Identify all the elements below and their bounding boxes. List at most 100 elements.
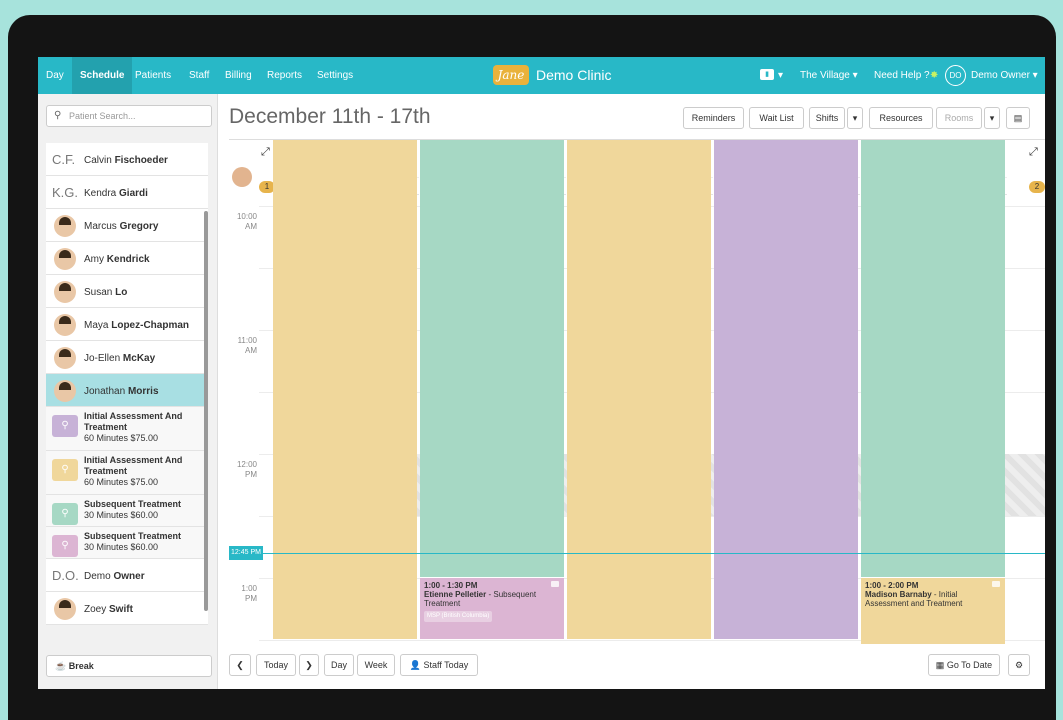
- appointment-details: Madison Barnaby - Initial Assessment and…: [865, 590, 963, 608]
- patient-item[interactable]: Zoey Swift: [46, 592, 208, 625]
- patient-first-name: Susan: [84, 287, 113, 298]
- user-menu[interactable]: Demo Owner ▾: [971, 70, 1038, 81]
- staff-today-label: Staff Today: [423, 660, 469, 670]
- practitioner-avatar: [232, 167, 252, 187]
- app-window: Day Schedule Patients Staff Billing Repo…: [38, 57, 1045, 689]
- user-avatar[interactable]: DO: [945, 65, 966, 86]
- settings-gear-icon[interactable]: ⚙: [1008, 654, 1030, 676]
- expand-icon[interactable]: ⤢: [261, 146, 270, 159]
- search-icon[interactable]: ⚲: [52, 415, 78, 437]
- next-week-button[interactable]: ❯: [299, 654, 319, 676]
- patient-search-input[interactable]: ⚲ Patient Search...: [46, 105, 212, 127]
- nav-patients[interactable]: Patients: [135, 70, 171, 81]
- spark-icon: ✸: [930, 70, 939, 81]
- appointment-card[interactable]: 12:30 - 1:30 PMFrank Warren - Initial As…: [567, 140, 711, 640]
- treatment-item[interactable]: ⚲ Subsequent Treatment 30 Minutes $60.00: [46, 527, 208, 559]
- patient-avatar: [54, 215, 76, 237]
- appointment-card[interactable]: 12:30 - 1:30 PMAvery Chan - Initial Asse…: [273, 140, 417, 640]
- reminders-button[interactable]: Reminders: [683, 107, 744, 129]
- patient-avatar: [54, 598, 76, 620]
- patient-last-name: Owner: [113, 571, 145, 582]
- patient-item[interactable]: K.G. Kendra Giardi: [46, 176, 208, 209]
- go-to-date-button[interactable]: ▦ Go To Date: [928, 654, 1000, 676]
- patient-first-name: Demo: [84, 571, 111, 582]
- appointment-time: 1:00 - 1:30 PM: [424, 581, 478, 590]
- staff-today-button[interactable]: 👤 Staff Today: [400, 654, 478, 676]
- patient-avatar: [54, 314, 76, 336]
- appointment-time: 1:00 - 2:00 PM: [865, 581, 919, 590]
- expand-right-icon[interactable]: ⤢: [1029, 146, 1038, 159]
- coffee-icon: ☕: [55, 661, 69, 671]
- patient-first-name: Amy: [84, 254, 104, 265]
- nav-settings[interactable]: Settings: [317, 70, 353, 81]
- patient-item[interactable]: Jo-Ellen McKay: [46, 341, 208, 374]
- calendar-icon: ▦: [935, 660, 947, 670]
- treatment-title: Initial Assessment And Treatment: [84, 455, 183, 476]
- patient-item[interactable]: D.O. Demo Owner: [46, 559, 208, 592]
- break-button[interactable]: ☕ Break: [46, 655, 212, 677]
- clinic-name: Demo Clinic: [536, 67, 612, 83]
- treatment-duration-price: 30 Minutes $60.00: [84, 542, 159, 552]
- sidebar-scrollbar[interactable]: [204, 211, 208, 611]
- patient-name: Zoey Swift: [84, 604, 133, 615]
- day-view-button[interactable]: Day: [324, 654, 354, 676]
- search-icon[interactable]: ⚲: [52, 459, 78, 481]
- current-time-line: [259, 553, 1045, 554]
- nav-day[interactable]: Day: [46, 70, 64, 81]
- treatment-item[interactable]: ⚲ Initial Assessment And Treatment 60 Minu…: [46, 451, 208, 495]
- patient-item[interactable]: Jonathan Morris: [46, 374, 208, 407]
- time-label: 11:00 AM: [237, 336, 257, 355]
- week-view-button[interactable]: Week: [357, 654, 395, 676]
- appointment-card[interactable]: 12:30 - 1:30 PMMaxime Ambrose - Initial …: [714, 140, 858, 640]
- nav-schedule[interactable]: Schedule: [72, 57, 133, 94]
- appointment-details: Etienne Pelletier - Subsequent Treatment: [424, 590, 537, 608]
- help-link[interactable]: Need Help ?: [874, 70, 930, 81]
- nav-reports[interactable]: Reports: [267, 70, 302, 81]
- patient-item[interactable]: Marcus Gregory: [46, 209, 208, 242]
- shifts-button[interactable]: Shifts: [809, 107, 845, 129]
- patient-name: Jo-Ellen McKay: [84, 353, 155, 364]
- patient-item[interactable]: C.F. Calvin Fischoeder: [46, 143, 208, 176]
- search-icon[interactable]: ⚲: [52, 535, 78, 557]
- resources-button[interactable]: Resources: [869, 107, 933, 129]
- week-calendar: ⤢ MondayDec 12Jonathan Morris1TuesdayDec…: [229, 139, 1045, 644]
- location-menu[interactable]: The Village ▾: [800, 70, 858, 81]
- rooms-button[interactable]: Rooms: [936, 107, 982, 129]
- appointment-card[interactable]: 1:00 - 1:30 PM Etienne Pelletier - Subseq…: [420, 578, 564, 640]
- patient-last-name: Giardi: [119, 188, 148, 199]
- patient-item[interactable]: Amy Kendrick: [46, 242, 208, 275]
- stats-icon[interactable]: ▮: [760, 69, 774, 80]
- wait-list-button[interactable]: Wait List: [749, 107, 804, 129]
- patient-first-name: Maya: [84, 320, 109, 331]
- patient-name: Jonathan Morris: [84, 386, 159, 397]
- treatment-item[interactable]: ⚲ Initial Assessment And Treatment 60 Minu…: [46, 407, 208, 451]
- billing-tag: MSP (British Columbia): [424, 611, 493, 622]
- nav-billing[interactable]: Billing: [225, 70, 252, 81]
- chevron-down-icon[interactable]: ▾: [778, 70, 783, 81]
- patient-avatar: [54, 380, 76, 402]
- patient-item[interactable]: Maya Lopez-Chapman: [46, 308, 208, 341]
- patient-item[interactable]: Susan Lo: [46, 275, 208, 308]
- appointment-card[interactable]: 12:30 - 1:00 PMArnaud Brown - Subsequent…: [861, 140, 1005, 578]
- briefcase-icon: [992, 581, 1000, 587]
- nav-staff[interactable]: Staff: [189, 70, 209, 81]
- patient-name: Kendra Giardi: [84, 188, 148, 199]
- jane-logo[interactable]: Jane: [493, 65, 529, 85]
- time-label: 10:00 AM: [236, 212, 257, 231]
- today-button[interactable]: Today: [256, 654, 296, 676]
- treatment-duration-price: 30 Minutes $60.00: [84, 510, 159, 520]
- treatment-item[interactable]: ⚲ Subsequent Treatment 30 Minutes $60.00: [46, 495, 208, 527]
- top-nav: Day Schedule Patients Staff Billing Repo…: [38, 57, 1045, 94]
- appointment-card[interactable]: 12:30 - 1:00 PMFlorence Gauthier - Subse…: [420, 140, 564, 578]
- patient-initials: C.F.: [52, 152, 76, 167]
- current-time-tag: 12:45 PM: [229, 546, 263, 560]
- prev-week-button[interactable]: ❮: [229, 654, 251, 676]
- rooms-dropdown-icon[interactable]: ▾: [984, 107, 1000, 129]
- layout-toggle-icon[interactable]: ▤: [1006, 107, 1030, 129]
- appointment-card[interactable]: 1:00 - 2:00 PM Madison Barnaby - Initial …: [861, 578, 1005, 644]
- shifts-dropdown-icon[interactable]: ▾: [847, 107, 863, 129]
- patient-first-name: Calvin: [84, 155, 112, 166]
- search-icon[interactable]: ⚲: [52, 503, 78, 525]
- patient-avatar: [54, 248, 76, 270]
- patient-name: Marcus Gregory: [84, 221, 158, 232]
